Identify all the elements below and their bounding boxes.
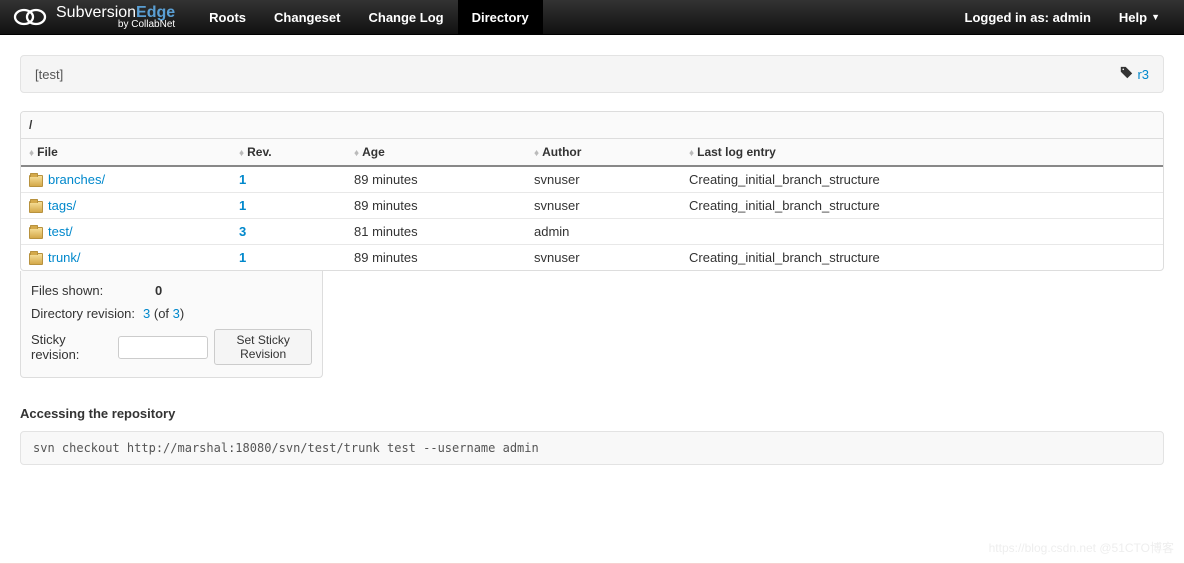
log-cell <box>681 219 1163 245</box>
brand-text-subversion: Subversion <box>56 4 136 21</box>
table-row: test/3 81 minutesadmin <box>21 219 1163 245</box>
folder-icon <box>29 227 43 239</box>
author-cell: svnuser <box>526 193 681 219</box>
dir-rev-label: Directory revision: <box>31 306 135 321</box>
author-cell: svnuser <box>526 166 681 193</box>
header-file[interactable]: ♦File <box>21 139 231 166</box>
brand-text-edge: Edge <box>136 4 175 21</box>
age-cell: 89 minutes <box>346 193 526 219</box>
header-age[interactable]: ♦Age <box>346 139 526 166</box>
revision-link[interactable]: r3 <box>1137 67 1149 82</box>
table-row: trunk/1 89 minutessvnuserCreating_initial… <box>21 245 1163 271</box>
sticky-rev-input[interactable] <box>118 336 208 359</box>
tag-icon <box>1120 66 1133 82</box>
top-navbar: SubversionEdge by CollabNet Roots Change… <box>0 0 1184 35</box>
sort-icon: ♦ <box>534 148 539 159</box>
logged-in-as: Logged in as: admin <box>951 0 1105 35</box>
rev-link[interactable]: 1 <box>239 250 246 265</box>
folder-icon <box>29 175 43 187</box>
folder-icon <box>29 253 43 265</box>
directory-table: ♦File ♦Rev. ♦Age ♦Author ♦Last log entry… <box>21 139 1163 270</box>
folder-icon <box>29 201 43 213</box>
breadcrumb-bar: [test] r3 <box>20 55 1164 93</box>
dir-rev-close: ) <box>180 306 184 321</box>
info-panel: Files shown: 0 Directory revision: 3 (of… <box>20 271 323 378</box>
file-link[interactable]: trunk/ <box>48 250 81 265</box>
files-shown-label: Files shown: <box>31 283 125 298</box>
access-title: Accessing the repository <box>20 406 1164 421</box>
author-cell: admin <box>526 219 681 245</box>
sort-icon: ♦ <box>354 148 359 159</box>
rev-link[interactable]: 1 <box>239 198 246 213</box>
nav-directory[interactable]: Directory <box>458 0 543 35</box>
sort-icon: ♦ <box>29 148 34 159</box>
rev-link[interactable]: 1 <box>239 172 246 187</box>
author-cell: svnuser <box>526 245 681 271</box>
nav-changeset[interactable]: Changeset <box>260 0 354 35</box>
brand-logo[interactable]: SubversionEdge by CollabNet <box>10 5 175 30</box>
header-author[interactable]: ♦Author <box>526 139 681 166</box>
age-cell: 89 minutes <box>346 245 526 271</box>
header-log[interactable]: ♦Last log entry <box>681 139 1163 166</box>
sticky-rev-label: Sticky revision: <box>31 332 98 362</box>
file-link[interactable]: branches/ <box>48 172 105 187</box>
nav-links: Roots Changeset Change Log Directory <box>195 0 543 35</box>
dir-rev-of: (of <box>150 306 172 321</box>
log-cell: Creating_initial_branch_structure <box>681 245 1163 271</box>
sort-icon: ♦ <box>239 148 244 159</box>
breadcrumb-path: [test] <box>35 67 63 82</box>
collabnet-logo-icon <box>10 5 50 29</box>
table-row: tags/1 89 minutessvnuserCreating_initial_… <box>21 193 1163 219</box>
checkout-command: svn checkout http://marshal:18080/svn/te… <box>20 431 1164 465</box>
help-menu[interactable]: Help ▼ <box>1105 10 1174 25</box>
log-cell: Creating_initial_branch_structure <box>681 166 1163 193</box>
rev-link[interactable]: 3 <box>239 224 246 239</box>
age-cell: 81 minutes <box>346 219 526 245</box>
header-rev[interactable]: ♦Rev. <box>231 139 346 166</box>
files-shown-value: 0 <box>155 283 162 298</box>
dir-rev-total-link[interactable]: 3 <box>173 306 180 321</box>
nav-right: Logged in as: admin Help ▼ <box>951 0 1175 35</box>
directory-table-wrap: / ♦File ♦Rev. ♦Age ♦Author ♦Last log ent… <box>20 111 1164 271</box>
chevron-down-icon: ▼ <box>1151 12 1160 22</box>
file-link[interactable]: test/ <box>48 224 73 239</box>
age-cell: 89 minutes <box>346 166 526 193</box>
watermark: https://blog.csdn.net @51CTO博客 <box>989 539 1174 556</box>
table-row: branches/1 89 minutessvnuserCreating_init… <box>21 166 1163 193</box>
sort-icon: ♦ <box>689 148 694 159</box>
nav-changelog[interactable]: Change Log <box>354 0 457 35</box>
help-label: Help <box>1119 10 1147 25</box>
file-link[interactable]: tags/ <box>48 198 76 213</box>
current-path: / <box>21 112 1163 139</box>
log-cell: Creating_initial_branch_structure <box>681 193 1163 219</box>
nav-roots[interactable]: Roots <box>195 0 260 35</box>
set-sticky-button[interactable]: Set Sticky Revision <box>214 329 312 365</box>
